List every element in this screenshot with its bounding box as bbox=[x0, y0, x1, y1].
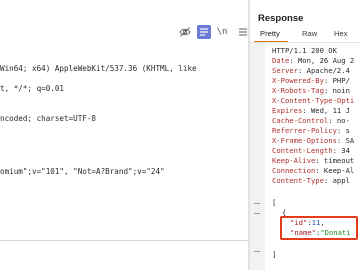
header-value: : timeout bbox=[315, 156, 355, 165]
header-name: Keep-Alive bbox=[272, 156, 316, 165]
tab-raw[interactable]: Raw bbox=[302, 28, 317, 40]
header-name: Expires bbox=[272, 106, 303, 115]
line-number-gutter bbox=[250, 43, 265, 270]
newline-toggle-icon[interactable]: \n bbox=[215, 25, 229, 39]
json-number-value: 11 bbox=[311, 218, 321, 227]
header-name: X-Content-Type-Opti bbox=[272, 96, 355, 105]
header-value: : SA bbox=[336, 136, 355, 145]
header-line: Date: Mon, 26 Aug 2 bbox=[272, 56, 354, 66]
response-title: Response bbox=[258, 13, 304, 24]
json-open-brace: { bbox=[282, 208, 287, 217]
header-line: Keep-Alive: timeout bbox=[272, 156, 354, 166]
header-value: : Mon, 26 Aug 2 bbox=[289, 56, 355, 65]
header-line: X-Content-Type-Opti bbox=[272, 96, 354, 106]
header-line: Server: Apache/2.4 bbox=[272, 66, 350, 76]
header-name: Server bbox=[272, 66, 298, 75]
header-value: : PHP/ bbox=[323, 76, 350, 85]
request-line-content-type: ncoded; charset=UTF-8 bbox=[0, 114, 97, 123]
header-value: : noin bbox=[323, 86, 350, 95]
request-line-user-agent: Win64; x64) AppleWebKit/537.36 (KHTML, l… bbox=[0, 64, 197, 73]
response-tabs: Pretty Raw Hex bbox=[250, 28, 360, 43]
request-footer-divider bbox=[0, 240, 248, 241]
header-line: Expires: Wed, 11 J bbox=[272, 106, 350, 116]
header-value: : Keep-Al bbox=[315, 166, 355, 175]
header-name: Cache-Control bbox=[272, 116, 329, 125]
gutter-marker bbox=[254, 213, 260, 214]
header-name: Connection bbox=[272, 166, 316, 175]
header-line: X-Powered-By: PHP/ bbox=[272, 76, 350, 86]
hamburger-menu-icon[interactable] bbox=[236, 25, 248, 39]
json-id-line: "id":11, bbox=[290, 218, 325, 228]
header-name: X-Robots-Tag bbox=[272, 86, 324, 95]
header-value: : 34 bbox=[332, 146, 350, 155]
json-comma: , bbox=[320, 218, 325, 227]
json-key: "id" bbox=[290, 218, 308, 227]
header-name: X-Frame-Options bbox=[272, 136, 337, 145]
header-value: : appl bbox=[323, 176, 350, 185]
header-value: : Wed, 11 J bbox=[302, 106, 350, 115]
tab-pretty[interactable]: Pretty bbox=[260, 28, 280, 40]
eye-off-icon[interactable] bbox=[178, 25, 192, 39]
header-line: Referrer-Policy: s bbox=[272, 126, 350, 136]
header-line: X-Robots-Tag: noin bbox=[272, 86, 350, 96]
json-open-bracket: [ bbox=[272, 198, 277, 207]
request-toolbar: \n bbox=[0, 22, 248, 44]
header-line: X-Frame-Options: SA bbox=[272, 136, 354, 146]
header-value: : no- bbox=[328, 116, 350, 125]
header-name: Date bbox=[272, 56, 290, 65]
request-panel: \n Win64; x64) AppleWebKit/537.36 (KHTML… bbox=[0, 0, 248, 270]
header-name: X-Powered-By bbox=[272, 76, 324, 85]
json-string-value: "Donati bbox=[320, 228, 351, 237]
gutter-marker bbox=[254, 251, 260, 252]
header-line: Cache-Control: no- bbox=[272, 116, 350, 126]
gutter-marker bbox=[254, 203, 260, 204]
header-value: : Apache/2.4 bbox=[297, 66, 350, 75]
header-line: Content-Type: appl bbox=[272, 176, 350, 186]
response-panel: Response Pretty Raw Hex HTTP/1.1 200 OK … bbox=[250, 0, 360, 270]
header-name: Content-Length bbox=[272, 146, 333, 155]
request-line-accept: t, */*; q=0.01 bbox=[0, 84, 65, 93]
header-line: Content-Length: 34 bbox=[272, 146, 350, 156]
status-line: HTTP/1.1 200 OK bbox=[272, 46, 337, 55]
header-name: Referrer-Policy bbox=[272, 126, 337, 135]
response-tabs-divider bbox=[250, 42, 360, 43]
header-name: Content-Type bbox=[272, 176, 324, 185]
wrap-lines-icon[interactable] bbox=[197, 25, 211, 39]
request-line-sec-ch-ua: omium";v="101", "Not=A?Brand";v="24" bbox=[0, 167, 165, 176]
tab-hex[interactable]: Hex bbox=[334, 28, 348, 40]
header-value: : s bbox=[336, 126, 350, 135]
header-line: Connection: Keep-Al bbox=[272, 166, 354, 176]
json-key: "name" bbox=[290, 228, 316, 237]
json-name-line: "name":"Donati bbox=[290, 228, 351, 238]
json-close-bracket: ] bbox=[272, 250, 277, 259]
